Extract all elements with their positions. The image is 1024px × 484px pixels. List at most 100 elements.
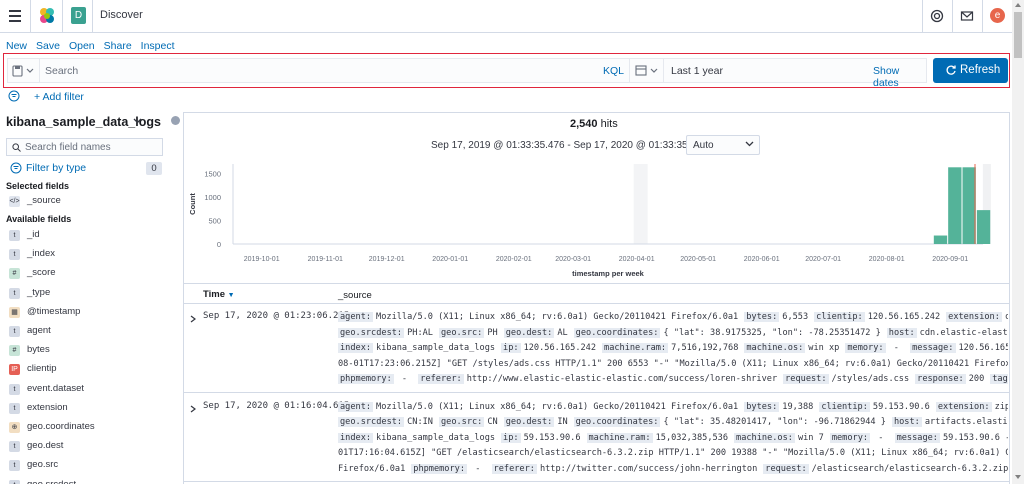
time-column-header[interactable]: Time ▼: [203, 289, 235, 300]
string-type-icon: t: [9, 460, 20, 472]
field-extension[interactable]: t extension: [9, 402, 169, 416]
breadcrumb: Discover: [100, 9, 143, 21]
filter-by-type-button[interactable]: Filter by type: [10, 162, 86, 177]
calendar-icon: [635, 65, 658, 76]
source-field-key: geo.srcdest:: [338, 327, 405, 338]
field-index[interactable]: t _index: [9, 248, 169, 262]
menu-open[interactable]: Open: [69, 40, 95, 52]
chevron-down-icon: [745, 141, 754, 147]
sort-desc-icon[interactable]: ▼: [228, 292, 235, 299]
space-avatar[interactable]: D: [71, 7, 86, 24]
source-field-value: PH:AL: [407, 327, 433, 338]
date-range-label: Last 1 year: [671, 65, 723, 77]
collapse-sidebar-icon[interactable]: [171, 116, 180, 125]
expand-row-icon[interactable]: [189, 402, 197, 412]
source-field-value: 59.153.90.6: [872, 401, 930, 412]
source-field-value: AL: [557, 327, 568, 338]
source-field: bytes: 19,388: [744, 401, 819, 412]
source-field: request:/styles/ads.css: [783, 374, 915, 384]
x-tick-label: 2019-10-01: [244, 256, 280, 263]
field-bytes[interactable]: # bytes: [9, 344, 169, 358]
y-tick-label: 500: [208, 216, 221, 225]
add-filter-button[interactable]: + Add filter: [34, 91, 84, 103]
field-geo-src[interactable]: t geo.src: [9, 459, 169, 473]
source-field-key: extension:: [946, 312, 1002, 322]
source-field-value: 120.56.165.242: [523, 343, 597, 353]
menu-icon[interactable]: [9, 10, 21, 22]
string-type-icon: t: [9, 326, 20, 337]
field-search-input[interactable]: Search field names: [6, 138, 163, 156]
source-field: machine.os: win 7: [734, 432, 830, 443]
scrollbar-thumb[interactable]: [1014, 12, 1022, 58]
source-field: clientip: 120.56.165.242: [814, 312, 946, 322]
show-dates-link[interactable]: Show dates: [873, 65, 926, 89]
field-geo-dest[interactable]: t geo.dest: [9, 440, 169, 454]
field-source[interactable]: </> _source: [9, 195, 169, 209]
help-icon[interactable]: [930, 9, 944, 23]
search-query-input[interactable]: Search KQL: [7, 58, 632, 83]
source-field-key: geo.coordinates:: [573, 417, 661, 427]
source-line: 08-01T17:23:06.215Z] "GET /styles/ads.cs…: [338, 357, 1008, 371]
source-field-value: 7,516,192,768: [671, 343, 739, 353]
source-field: geo.coordinates:{ "lat": 35.48201417, "l…: [573, 417, 892, 427]
refresh-button[interactable]: Refresh: [933, 58, 1008, 83]
field-score[interactable]: # _score: [9, 267, 169, 281]
scroll-up-icon[interactable]: [1015, 3, 1021, 7]
x-tick-label: 2020-05-01: [680, 256, 716, 263]
page-scrollbar[interactable]: [1012, 0, 1024, 484]
source-field-value: kibana_sample_data_logs: [376, 432, 496, 443]
source-field-key: index:: [338, 343, 374, 353]
menu-share[interactable]: Share: [104, 40, 132, 52]
source-field: ip: 120.56.165.242: [501, 343, 602, 353]
menu-new[interactable]: New: [6, 40, 27, 52]
menu-inspect[interactable]: Inspect: [141, 40, 175, 52]
time-column-label: Time: [203, 289, 226, 300]
x-tick-label: 2020-03-01: [555, 256, 591, 263]
saved-query-button[interactable]: [8, 59, 40, 82]
field-timestamp[interactable]: ▦ @timestamp: [9, 306, 169, 320]
kql-toggle[interactable]: KQL: [603, 65, 624, 77]
mail-icon[interactable]: [960, 9, 974, 23]
source-field: machine.ram: 15,032,385,536: [586, 432, 735, 443]
top-header: D Discover e: [0, 0, 1012, 33]
divider: [184, 391, 1009, 393]
field-agent[interactable]: t agent: [9, 325, 169, 339]
result-date-range: Sep 17, 2019 @ 01:33:35.476 - Sep 17, 20…: [431, 140, 708, 151]
field-name: _index: [27, 248, 55, 260]
source-field-key: phpmemory:: [338, 374, 394, 384]
histogram-chart[interactable]: 0 500 1000 1500 Count 2019-10-01 2019-11-01 201…: [183, 156, 1010, 282]
field-type[interactable]: t _type: [9, 287, 169, 301]
field-id[interactable]: t _id: [9, 229, 169, 243]
field-geo-coordinates[interactable]: ⊕ geo.coordinates: [9, 421, 169, 435]
source-field-key: message:: [910, 343, 956, 353]
scroll-down-icon[interactable]: [1015, 475, 1021, 479]
source-field-key: memory:: [845, 343, 886, 353]
field-clientip[interactable]: IP clientip: [9, 363, 169, 377]
user-avatar[interactable]: e: [990, 8, 1005, 23]
source-field-key: memory:: [829, 432, 871, 443]
date-picker[interactable]: Last 1 year Show dates: [629, 58, 927, 89]
source-line: index: kibana_sample_data_logs ip: 59.153.9…: [338, 431, 1008, 445]
filter-by-type-label: Filter by type: [26, 162, 87, 174]
field-name: _source: [27, 195, 61, 206]
source-field: referer: http://twitter.com/success/john-…: [491, 463, 764, 474]
string-type-icon: t: [9, 479, 20, 484]
menu-save[interactable]: Save: [36, 40, 60, 52]
string-type-icon: t: [9, 230, 20, 241]
chevron-down-icon[interactable]: [133, 117, 142, 125]
expand-row-icon[interactable]: [189, 312, 197, 323]
filter-options-icon[interactable]: [8, 90, 20, 102]
interval-select[interactable]: Auto: [686, 135, 760, 155]
field-geo-srcdest[interactable]: t geo.srcdest: [9, 479, 169, 484]
search-icon: [12, 143, 21, 152]
field-event-dataset[interactable]: t event.dataset: [9, 383, 169, 397]
source-field-key: referer:: [418, 374, 464, 384]
elastic-logo-icon[interactable]: [38, 7, 56, 25]
source-field-value: PH: [487, 327, 498, 338]
histogram-bar: [948, 167, 962, 244]
source-field: bytes: 6,553: [744, 312, 814, 322]
quick-date-button[interactable]: [630, 59, 664, 82]
source-field: phpmemory: -: [411, 463, 491, 474]
divider: [30, 0, 31, 33]
source-field-value: /elasticsearch/elasticsearch-6.3.2.zip: [811, 463, 1008, 474]
